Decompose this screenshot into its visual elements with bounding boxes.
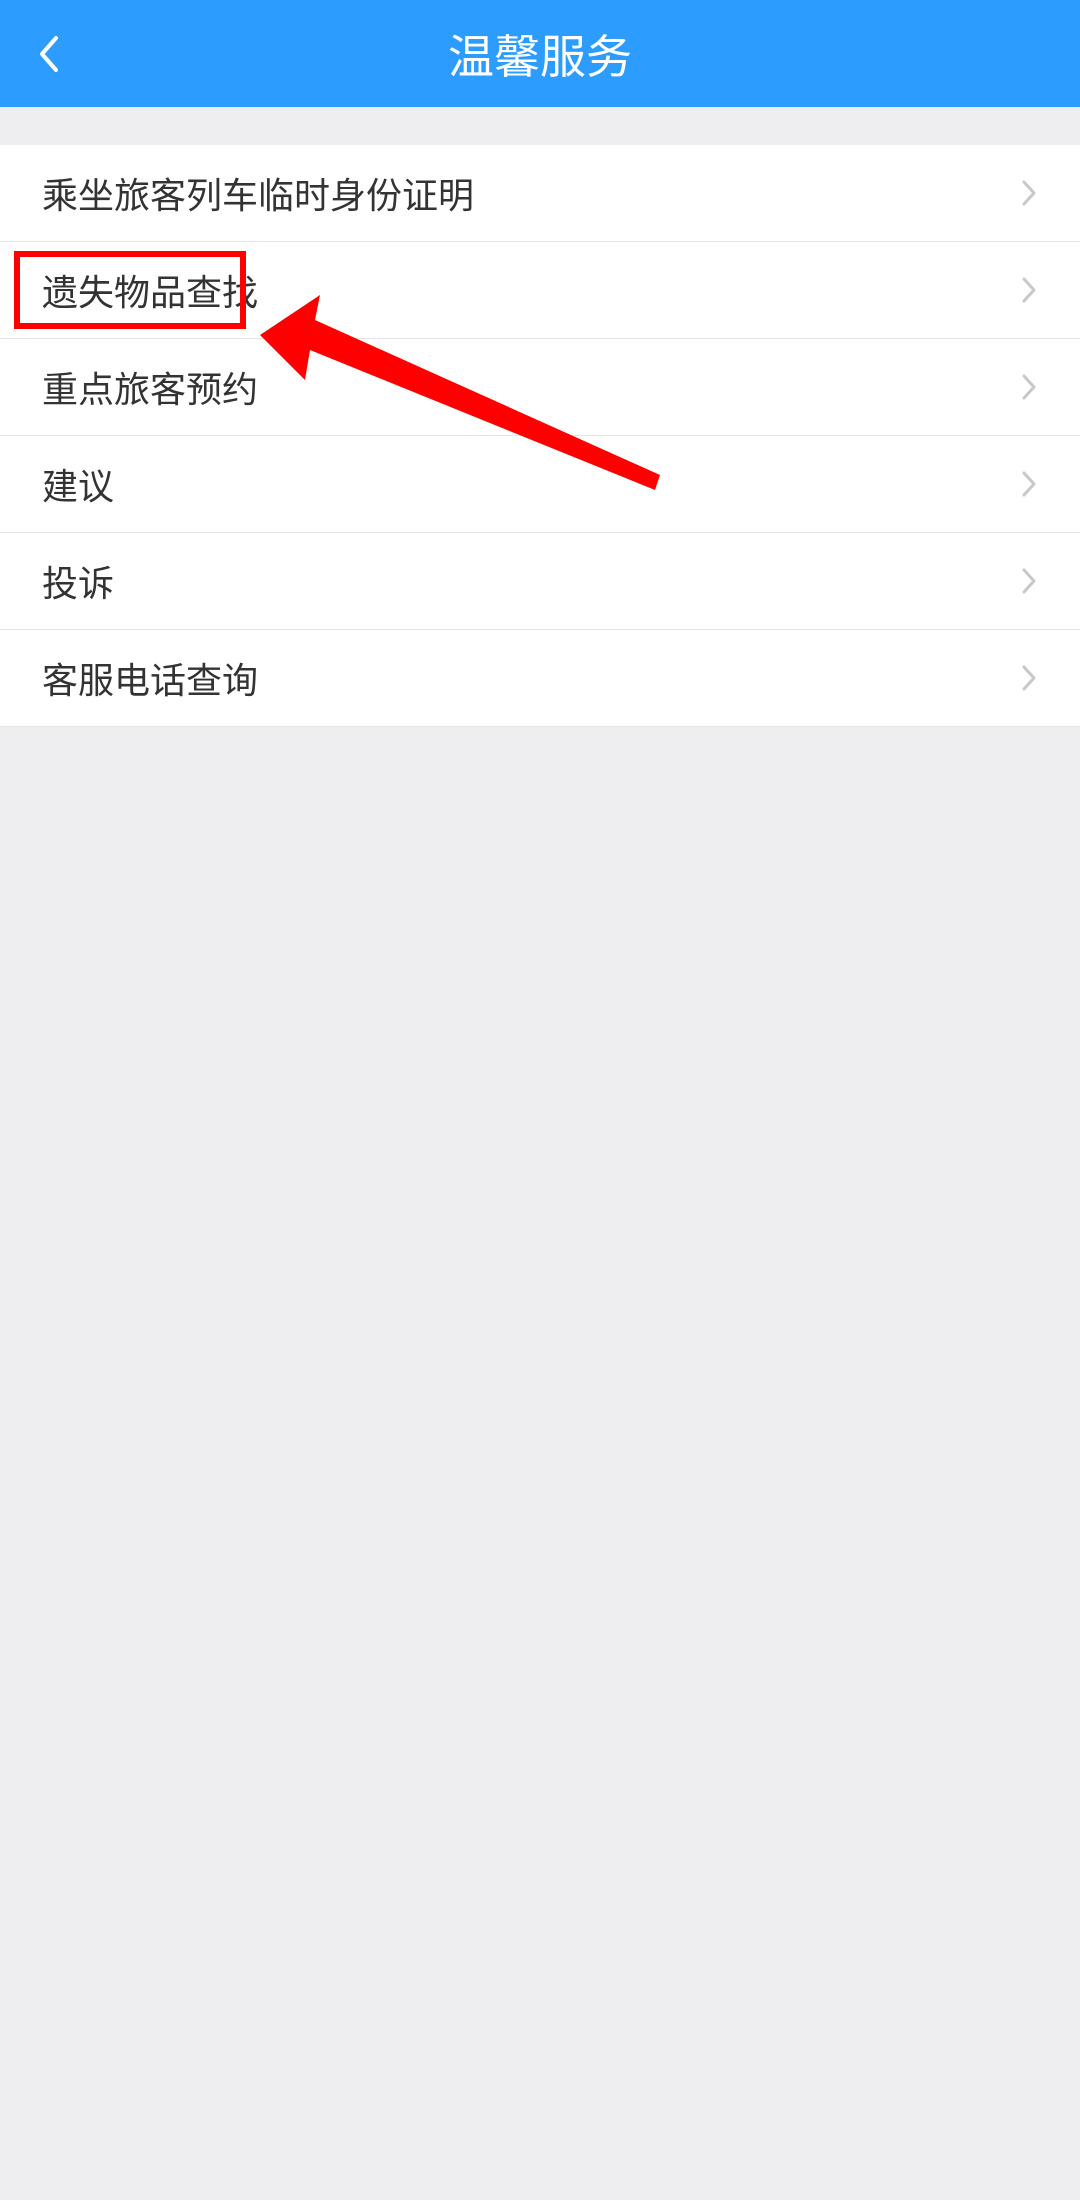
chevron-right-icon: [1020, 275, 1038, 305]
service-list: 乘坐旅客列车临时身份证明 遗失物品查找 重点旅客预约 建议 投诉 客服电话查询: [0, 145, 1080, 727]
list-item-suggestion[interactable]: 建议: [0, 436, 1080, 533]
spacer: [0, 107, 1080, 145]
list-item-label: 遗失物品查找: [42, 264, 258, 316]
list-item-complaint[interactable]: 投诉: [0, 533, 1080, 630]
list-item-label: 乘坐旅客列车临时身份证明: [42, 167, 474, 219]
chevron-right-icon: [1020, 469, 1038, 499]
list-item-label: 投诉: [42, 555, 114, 607]
list-item-label: 客服电话查询: [42, 652, 258, 704]
back-button[interactable]: [24, 30, 72, 78]
chevron-right-icon: [1020, 178, 1038, 208]
list-item-label: 重点旅客预约: [42, 361, 258, 413]
list-item-key-passenger-appointment[interactable]: 重点旅客预约: [0, 339, 1080, 436]
list-item-lost-and-found[interactable]: 遗失物品查找: [0, 242, 1080, 339]
page-title: 温馨服务: [0, 21, 1080, 87]
chevron-right-icon: [1020, 663, 1038, 693]
chevron-right-icon: [1020, 372, 1038, 402]
back-icon: [36, 34, 60, 74]
list-item-label: 建议: [42, 458, 114, 510]
header: 温馨服务: [0, 0, 1080, 107]
list-item-temp-id-cert[interactable]: 乘坐旅客列车临时身份证明: [0, 145, 1080, 242]
chevron-right-icon: [1020, 566, 1038, 596]
list-item-customer-service-phone[interactable]: 客服电话查询: [0, 630, 1080, 727]
